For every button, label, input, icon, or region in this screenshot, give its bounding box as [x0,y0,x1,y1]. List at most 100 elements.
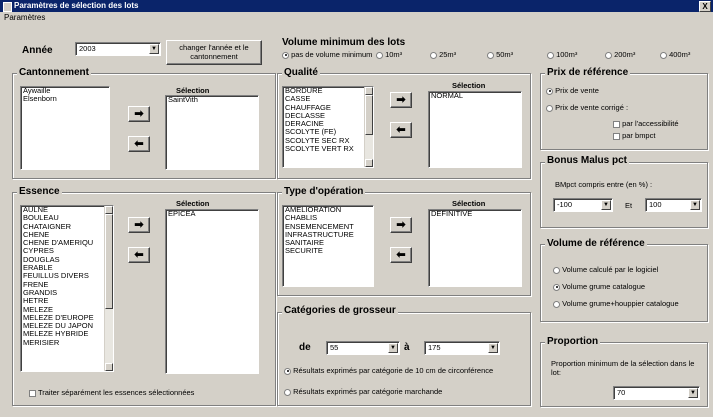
checkbox-icon [613,132,620,140]
scroll-thumb[interactable] [105,214,113,309]
close-button[interactable]: X [699,1,711,12]
scroll-up-icon[interactable] [365,87,373,95]
cantonnement-selection-label: Sélection [176,86,210,95]
qualite-selection-label: Sélection [452,81,486,90]
chevron-down-icon[interactable]: ▼ [690,200,700,210]
volume-grume-radio[interactable]: Volume grume catalogue [553,282,645,291]
scroll-up-icon[interactable] [105,206,113,214]
menu-item-parametres[interactable]: Paramètres [4,12,45,23]
volume-calcule-label: Volume calculé par le logiciel [562,265,659,274]
bmpct-checkbox[interactable]: par bmpct [613,131,655,140]
list-item[interactable]: MERISIER [21,338,113,347]
chevron-down-icon[interactable]: ▼ [388,343,398,353]
volume-reference-title: Volume de référence [545,238,647,249]
chevron-down-icon[interactable]: ▼ [488,343,498,353]
prix-vente-radio[interactable]: Prix de vente [546,86,599,95]
qualite-scrollbar[interactable] [364,87,373,167]
volume-min-option-3[interactable]: 50m³ [487,50,513,59]
bmpct-range-label: BMpct compris entre (en %) : [555,180,653,189]
type-operation-available-list[interactable]: AMELIORATION CHABLIS ENSEMENCEMENT INFRA… [282,205,374,287]
volume-min-label-0: pas de volume minimum [291,50,373,59]
bmpct-to-select[interactable]: 100 ▼ [645,198,702,212]
essence-title: Essence [17,186,62,197]
title-bar: Paramètres de sélection des lots X [0,0,713,12]
volume-grume-label: Volume grume catalogue [562,282,646,291]
arrow-right-icon: ➡ [134,108,144,120]
categories-marchande-radio[interactable]: Résultats exprimés par catégorie marchan… [284,387,442,396]
arrow-right-icon: ➡ [396,219,406,231]
cantonnement-selected-list[interactable]: SaintVith [165,95,259,170]
type-operation-selection-label: Sélection [452,199,486,208]
app-icon [3,2,12,12]
list-item[interactable]: EPICEA [166,210,258,218]
annee-select[interactable]: 2003 ▼ [75,42,161,56]
qualite-selected-list[interactable]: NORMAL [428,91,522,168]
proportion-select[interactable]: 70 ▼ [613,386,700,400]
qualite-available-list[interactable]: BORDURE CASSE CHAUFFAGE DECLASSE DERACIN… [282,86,374,168]
volume-grume-houppier-radio[interactable]: Volume grume+houppier catalogue [553,299,679,308]
change-year-button[interactable]: changer l'année et le cantonnement [166,40,262,65]
chevron-down-icon[interactable]: ▼ [149,44,159,54]
arrow-left-icon: ⬅ [134,138,144,150]
arrow-left-icon: ⬅ [396,124,406,136]
cantonnement-title: Cantonnement [17,67,91,78]
radio-icon [660,51,667,59]
volume-calcule-radio[interactable]: Volume calculé par le logiciel [553,265,658,274]
volume-min-label-1: 10m³ [385,50,403,59]
radio-icon [605,51,612,59]
prix-vente-corrige-radio[interactable]: Prix de vente corrigé : [546,103,628,112]
essence-scrollbar[interactable] [104,206,113,371]
bmpct-from-select[interactable]: -100 ▼ [553,198,613,212]
arrow-left-icon: ⬅ [134,249,144,261]
categories-de-select[interactable]: 55 ▼ [326,341,400,355]
essence-remove-button[interactable]: ⬅ [128,247,150,263]
qualite-remove-button[interactable]: ⬅ [390,122,412,138]
volume-min-option-4[interactable]: 100m³ [547,50,577,59]
categories-a-select[interactable]: 175 ▼ [424,341,500,355]
list-item[interactable]: SCOLYTE VERT RX [283,144,373,153]
essence-selected-list[interactable]: EPICEA [165,209,259,374]
type-operation-selected-list[interactable]: DEFINITIVE [428,209,522,287]
scroll-thumb[interactable] [365,95,373,135]
volume-min-option-2[interactable]: 25m³ [430,50,456,59]
volume-min-option-0[interactable]: pas de volume minimum [282,50,372,59]
radio-icon [284,367,291,375]
list-item[interactable]: DEFINITIVE [429,210,521,218]
chevron-down-icon[interactable]: ▼ [601,200,611,210]
prix-vente-label: Prix de vente [555,86,599,95]
accessibilite-label: par l'accessibilité [622,119,679,128]
annee-label: Année [22,45,53,56]
list-item[interactable]: NORMAL [429,92,521,100]
radio-icon [553,283,560,291]
list-item[interactable]: Elsenborn [21,94,109,103]
radio-icon [430,51,437,59]
qualite-add-button[interactable]: ➡ [390,92,412,108]
type-operation-remove-button[interactable]: ⬅ [390,247,412,263]
annee-value: 2003 [79,44,96,53]
categories-10cm-label: Résultats exprimés par catégorie de 10 c… [293,366,494,375]
accessibilite-checkbox[interactable]: par l'accessibilité [613,119,679,128]
volume-min-option-6[interactable]: 400m³ [660,50,690,59]
scroll-down-icon[interactable] [365,159,373,167]
categories-10cm-radio[interactable]: Résultats exprimés par catégorie de 10 c… [284,366,493,375]
list-item[interactable]: SECURITE [283,247,373,256]
cantonnement-add-button[interactable]: ➡ [128,106,150,122]
radio-icon [547,51,554,59]
volume-min-option-1[interactable]: 10m³ [376,50,402,59]
scroll-down-icon[interactable] [105,363,113,371]
cantonnement-available-list[interactable]: Aywaille Elsenborn [20,86,110,170]
essence-add-button[interactable]: ➡ [128,217,150,233]
chevron-down-icon[interactable]: ▼ [688,388,698,398]
prix-vente-corrige-label: Prix de vente corrigé : [555,103,629,112]
checkbox-icon [29,389,36,397]
traiter-separement-checkbox[interactable]: Traiter séparément les essences sélectio… [29,388,194,397]
volume-min-option-5[interactable]: 200m³ [605,50,635,59]
type-operation-title: Type d'opération [282,186,366,197]
categories-de-value: 55 [330,343,339,352]
list-item[interactable]: SaintVith [166,96,258,104]
type-operation-add-button[interactable]: ➡ [390,217,412,233]
cantonnement-remove-button[interactable]: ⬅ [128,136,150,152]
categories-a-label: à [404,342,410,353]
essence-available-list[interactable]: AULNE BOULEAU CHATAIGNER CHENE CHENE D'A… [20,205,114,372]
radio-icon [546,104,553,112]
